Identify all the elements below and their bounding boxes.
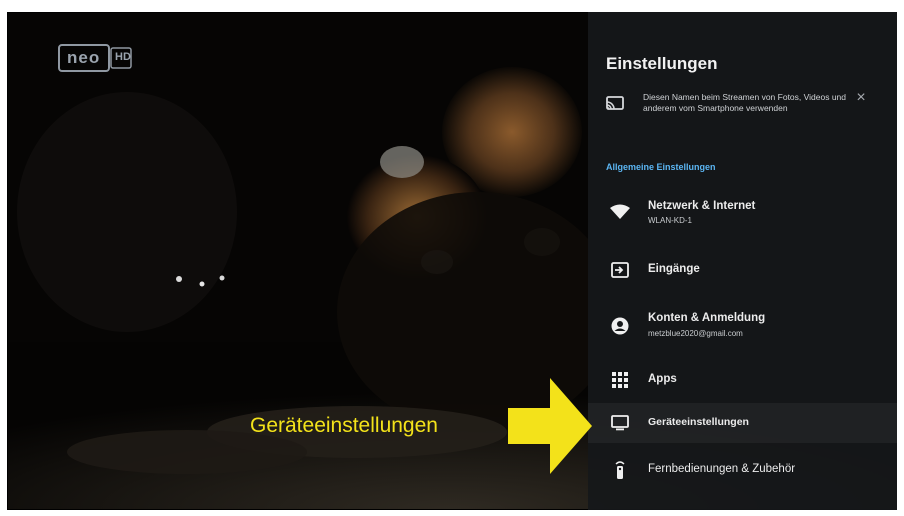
menu-item-accounts[interactable]: Konten & Anmeldung metzblue2020@gmail.co… xyxy=(588,304,897,344)
apps-grid-icon xyxy=(610,370,630,390)
menu-item-accounts-label: Konten & Anmeldung xyxy=(648,312,766,324)
tv-icon xyxy=(610,413,630,433)
input-icon xyxy=(610,260,630,280)
menu-item-network-label: Netzwerk & Internet xyxy=(648,200,756,212)
menu-item-accounts-sublabel: metzblue2020@gmail.com xyxy=(648,329,743,338)
annotation-label: Geräteeinstellungen xyxy=(250,414,438,437)
menu-item-remotes[interactable]: Fernbedienungen & Zubehör xyxy=(588,450,897,490)
channel-logo-text: neo xyxy=(67,48,101,67)
close-icon[interactable]: × xyxy=(853,90,869,106)
channel-logo: neo HD xyxy=(57,42,137,76)
menu-item-remotes-label: Fernbedienungen & Zubehör xyxy=(648,463,796,475)
cast-notice-text: Diesen Namen beim Streamen von Fotos, Vi… xyxy=(643,92,847,113)
wifi-icon xyxy=(610,202,630,222)
account-icon xyxy=(610,316,630,336)
menu-item-device-settings[interactable]: Geräteeinstellungen xyxy=(588,403,897,443)
panel-title: Einstellungen xyxy=(606,54,718,73)
menu-item-apps-label: Apps xyxy=(648,373,677,385)
menu-item-device-settings-label: Geräteeinstellungen xyxy=(648,416,749,428)
remote-icon xyxy=(610,460,630,480)
arrow-right-icon xyxy=(508,378,592,474)
menu-item-inputs-label: Eingänge xyxy=(648,263,700,275)
settings-panel: Einstellungen Diesen Namen beim Streamen… xyxy=(588,12,897,510)
cast-notice[interactable]: Diesen Namen beim Streamen von Fotos, Vi… xyxy=(606,90,886,152)
cast-icon xyxy=(606,96,624,112)
menu-item-inputs[interactable]: Eingänge xyxy=(588,250,897,290)
menu-item-apps[interactable]: Apps xyxy=(588,360,897,400)
channel-logo-hd: HD xyxy=(115,51,131,63)
menu-item-network-sublabel: WLAN-KD-1 xyxy=(648,216,693,225)
section-header-general: Allgemeine Einstellungen xyxy=(606,162,716,172)
menu-item-network[interactable]: Netzwerk & Internet WLAN-KD-1 xyxy=(588,192,897,232)
